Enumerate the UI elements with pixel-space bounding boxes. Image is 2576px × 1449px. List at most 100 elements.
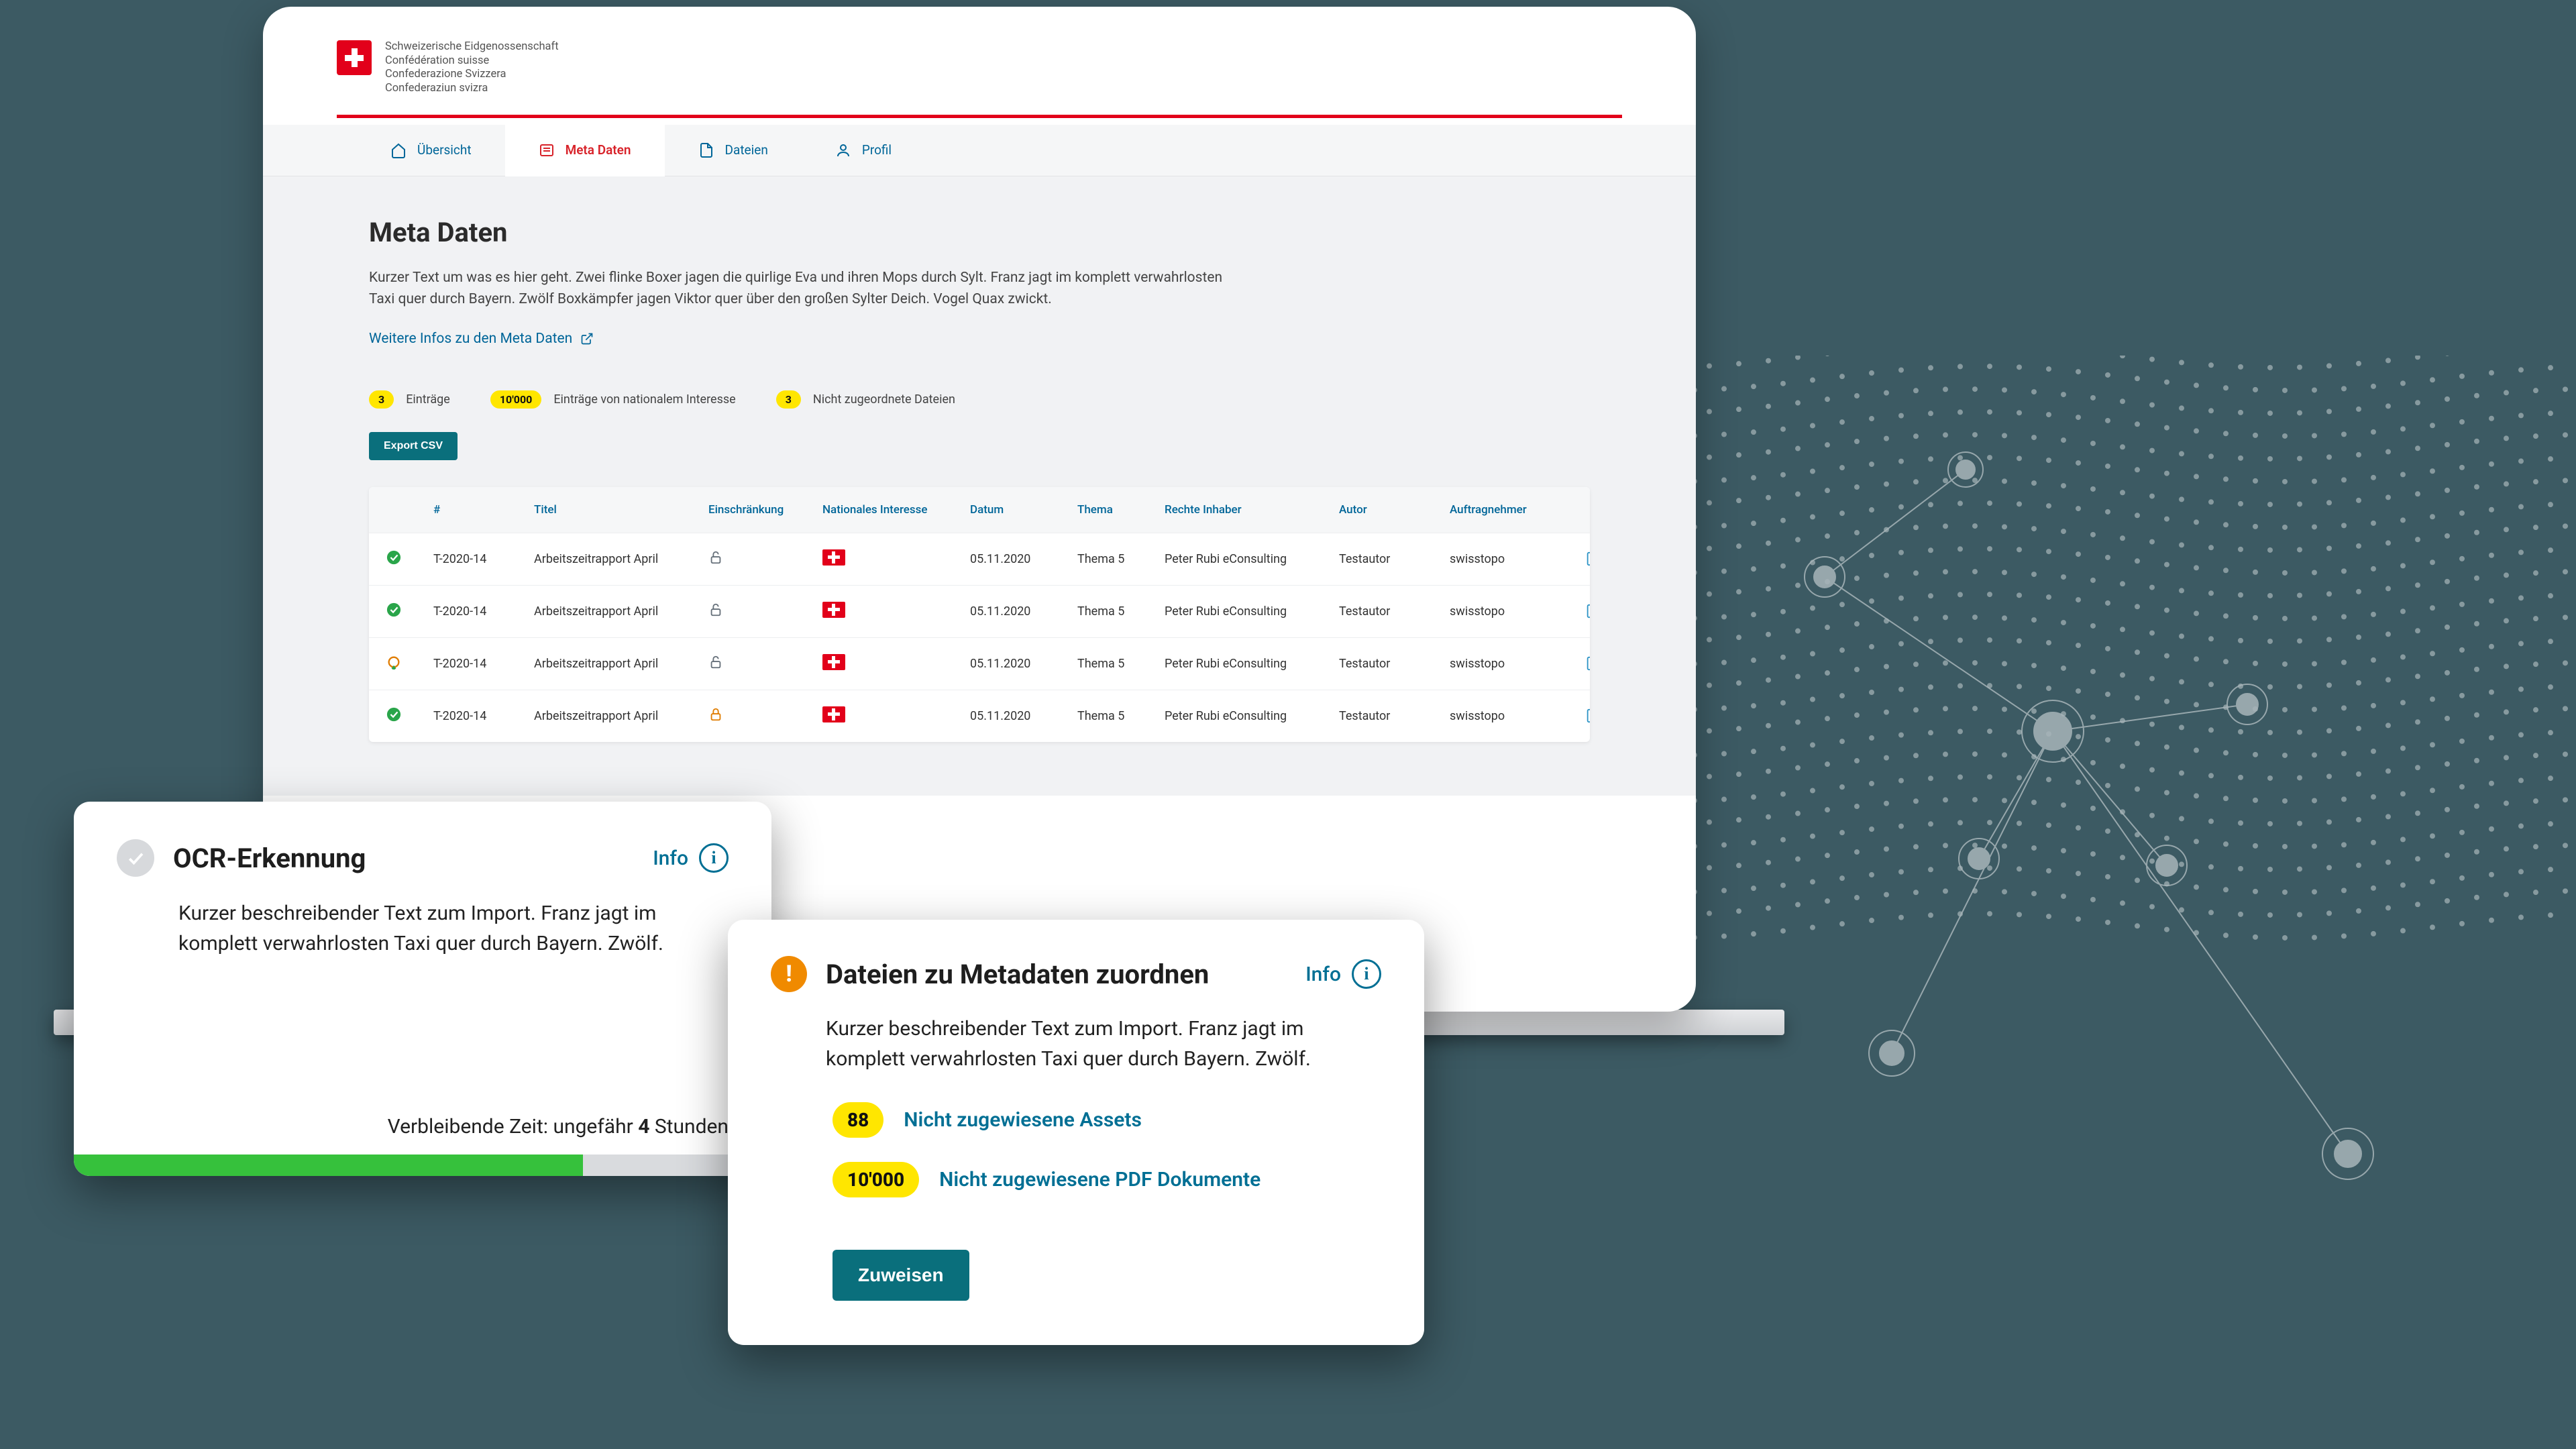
cell-contractor: swisstopo (1446, 552, 1573, 566)
row-actions (1573, 604, 1590, 619)
table-header-row: # Titel Einschränkung Nationales Interes… (369, 487, 1590, 533)
col-date[interactable]: Datum (966, 503, 1073, 517)
cell-national (818, 549, 966, 569)
document-icon[interactable] (1585, 604, 1590, 619)
cell-contractor: swisstopo (1446, 604, 1573, 619)
info-label: Info (653, 847, 688, 870)
table-row[interactable]: T-2020-14Arbeitszeitrapport April05.11.2… (369, 690, 1590, 742)
document-icon[interactable] (1585, 551, 1590, 566)
stat-pill: 3 (369, 390, 394, 409)
cell-national (818, 706, 966, 726)
tab-metadata[interactable]: Meta Daten (505, 125, 665, 176)
cell-lock (704, 655, 818, 673)
cell-topic: Thema 5 (1073, 709, 1161, 723)
external-link-icon (580, 332, 594, 345)
tab-overview[interactable]: Übersicht (357, 125, 505, 176)
home-icon (390, 142, 407, 158)
status-icon (382, 655, 429, 673)
cell-titel: Arbeitszeitrapport April (530, 709, 704, 723)
cell-rights: Peter Rubi eConsulting (1161, 709, 1335, 723)
header-separator (337, 115, 1622, 118)
cell-rights: Peter Rubi eConsulting (1161, 657, 1335, 671)
document-icon[interactable] (1585, 708, 1590, 723)
cell-topic: Thema 5 (1073, 552, 1161, 566)
cell-num: T-2020-14 (429, 709, 530, 723)
cell-topic: Thema 5 (1073, 657, 1161, 671)
cell-author: Testautor (1335, 709, 1446, 723)
swiss-flag-icon (822, 549, 845, 566)
ocr-info-link[interactable]: Info i (653, 843, 729, 873)
ocr-card: OCR-Erkennung Info i Kurzer beschreibend… (74, 802, 771, 1176)
status-icon (382, 707, 429, 725)
warning-circle-icon: ! (771, 956, 807, 992)
cell-lock (704, 550, 818, 568)
tab-label: Dateien (725, 142, 768, 158)
ocr-title: OCR-Erkennung (173, 843, 366, 874)
col-national[interactable]: Nationales Interesse (818, 503, 966, 517)
pdf-count-pill: 10'000 (833, 1162, 919, 1197)
table-row[interactable]: T-2020-14Arbeitszeitrapport April 05.11.2… (369, 637, 1590, 690)
info-icon: i (1352, 959, 1381, 989)
table-row[interactable]: T-2020-14Arbeitszeitrapport April05.11.2… (369, 585, 1590, 637)
cell-titel: Arbeitszeitrapport April (530, 657, 704, 671)
ocr-description: Kurzer beschreibender Text zum Import. F… (178, 898, 702, 959)
ocr-time-remaining: Verbleibende Zeit: ungefähr 4 Stunden (117, 1115, 729, 1138)
stat-pill: 10'000 (490, 390, 541, 409)
stat-label: Nicht zugeordnete Dateien (813, 392, 955, 407)
page-title: Meta Daten (369, 217, 1590, 248)
cell-topic: Thema 5 (1073, 604, 1161, 619)
stat-entries: 3 Einträge (369, 390, 450, 409)
ocr-progress-bar (74, 1155, 771, 1176)
cell-date: 05.11.2020 (966, 604, 1073, 619)
cell-num: T-2020-14 (429, 657, 530, 671)
swiss-flag-icon (822, 654, 845, 670)
assign-card: ! Dateien zu Metadaten zuordnen Info i K… (728, 920, 1424, 1345)
cell-lock (704, 707, 818, 725)
pdf-link[interactable]: Nicht zugewiesene PDF Dokumente (939, 1168, 1260, 1191)
col-contractor[interactable]: Auftragnehmer (1446, 503, 1573, 517)
cell-date: 05.11.2020 (966, 657, 1073, 671)
cell-national (818, 654, 966, 674)
stats-row: 3 Einträge 10'000 Einträge von nationale… (369, 390, 1590, 409)
swiss-flag-icon (822, 706, 845, 722)
cell-author: Testautor (1335, 604, 1446, 619)
row-actions (1573, 551, 1590, 566)
assign-info-link[interactable]: Info i (1305, 959, 1381, 989)
swiss-flag-icon (822, 602, 845, 618)
stat-label: Einträge (406, 392, 450, 407)
row-actions (1573, 708, 1590, 723)
tab-label: Meta Daten (566, 142, 631, 158)
export-csv-button[interactable]: Export CSV (369, 432, 458, 460)
tab-label: Profil (862, 142, 892, 158)
stat-label: Einträge von nationalem Interesse (553, 392, 735, 407)
cell-contractor: swisstopo (1446, 709, 1573, 723)
user-icon (835, 142, 851, 158)
col-author[interactable]: Autor (1335, 503, 1446, 517)
col-rights[interactable]: Rechte Inhaber (1161, 503, 1335, 517)
assign-button[interactable]: Zuweisen (833, 1250, 969, 1301)
network-decoration (1570, 356, 2576, 1295)
status-icon (382, 602, 429, 621)
tab-profile[interactable]: Profil (802, 125, 925, 176)
metadata-table: # Titel Einschränkung Nationales Interes… (369, 487, 1590, 742)
document-icon[interactable] (1585, 656, 1590, 671)
cell-contractor: swisstopo (1446, 657, 1573, 671)
row-actions (1573, 656, 1590, 671)
col-titel[interactable]: Titel (530, 503, 704, 517)
col-num[interactable]: # (429, 503, 530, 517)
cell-author: Testautor (1335, 657, 1446, 671)
stat-unassigned: 3 Nicht zugeordnete Dateien (776, 390, 955, 409)
meta-info-link[interactable]: Weitere Infos zu den Meta Daten (369, 331, 594, 347)
assets-link[interactable]: Nicht zugewiesene Assets (904, 1108, 1142, 1132)
table-row[interactable]: T-2020-14Arbeitszeitrapport April05.11.2… (369, 533, 1590, 585)
col-topic[interactable]: Thema (1073, 503, 1161, 517)
brand-line: Confederaziun svizra (385, 82, 559, 96)
cell-rights: Peter Rubi eConsulting (1161, 604, 1335, 619)
tab-files[interactable]: Dateien (665, 125, 802, 176)
col-restriction[interactable]: Einschränkung (704, 503, 818, 517)
stat-national: 10'000 Einträge von nationalem Interesse (490, 390, 736, 409)
list-icon (539, 142, 555, 158)
assign-assets-item: 88 Nicht zugewiesene Assets (833, 1102, 1381, 1138)
brand-line: Schweizerische Eidgenossenschaft (385, 40, 559, 54)
cell-national (818, 602, 966, 621)
